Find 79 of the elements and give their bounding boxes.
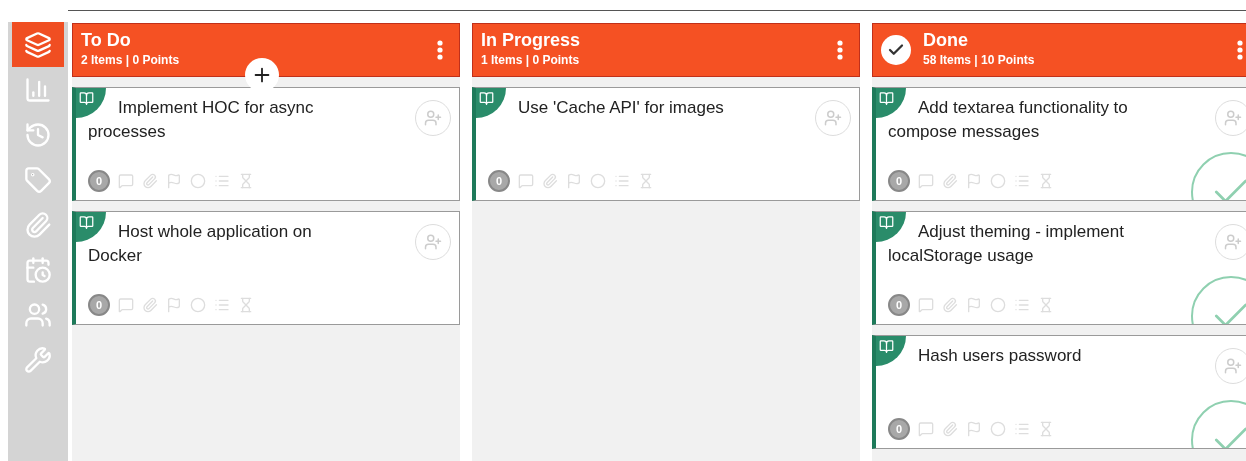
task-card[interactable]: Host whole application on Docker 0	[72, 211, 460, 325]
circle-icon	[990, 173, 1006, 189]
comment-icon	[918, 421, 934, 437]
user-plus-icon	[1224, 357, 1242, 375]
column-title: Done	[923, 30, 969, 50]
circle-icon	[990, 421, 1006, 437]
user-plus-icon	[424, 109, 442, 127]
paperclip-icon	[942, 421, 958, 437]
points-badge: 0	[888, 170, 910, 192]
paperclip-icon	[942, 173, 958, 189]
book-icon	[876, 88, 906, 118]
user-plus-icon	[1224, 109, 1242, 127]
kebab-menu-icon	[437, 40, 443, 60]
paperclip-icon	[542, 173, 558, 189]
flag-icon	[966, 297, 982, 313]
flag-icon	[566, 173, 582, 189]
points-badge: 0	[88, 294, 110, 316]
user-plus-icon	[424, 233, 442, 251]
more-menu-button[interactable]	[837, 40, 843, 60]
card-title: Use 'Cache API' for images	[517, 97, 725, 119]
column-summary: 1 Items | 0 Points	[481, 52, 581, 69]
column-title: To Do	[81, 30, 132, 50]
card-title: Host whole application on Docker	[88, 221, 313, 267]
points-badge: 0	[888, 294, 910, 316]
hourglass-icon	[238, 297, 254, 313]
paperclip-icon	[142, 297, 158, 313]
layers-icon[interactable]	[12, 22, 64, 67]
paperclip-icon	[142, 173, 158, 189]
paperclip-icon	[942, 297, 958, 313]
hourglass-icon	[1038, 421, 1054, 437]
hourglass-icon	[1038, 173, 1054, 189]
task-card[interactable]: Use 'Cache API' for images 0	[472, 87, 860, 201]
task-card[interactable]: Implement HOC for async processes 0	[72, 87, 460, 201]
column-summary: 58 Items | 10 Points	[923, 52, 1035, 69]
column-summary: 2 Items | 0 Points	[81, 52, 180, 69]
checklist-icon	[214, 297, 230, 313]
user-plus-icon	[1224, 233, 1242, 251]
points-badge: 0	[888, 418, 910, 440]
hourglass-icon	[638, 173, 654, 189]
checklist-icon	[614, 173, 630, 189]
more-menu-button[interactable]	[437, 40, 443, 60]
hourglass-icon	[238, 173, 254, 189]
card-title: Add textarea functionality to compose messages	[888, 97, 1129, 143]
checklist-icon	[1014, 297, 1030, 313]
points-badge: 0	[488, 170, 510, 192]
user-plus-icon	[824, 109, 842, 127]
card-title: Implement HOC for async processes	[88, 97, 315, 143]
card-title: Adjust theming - implement localStorage usage	[888, 221, 1125, 267]
comment-icon	[918, 173, 934, 189]
circle-icon	[190, 173, 206, 189]
task-card[interactable]: Adjust theming - implement localStorage usage 0	[872, 211, 1246, 325]
flag-icon	[966, 173, 982, 189]
comment-icon	[918, 297, 934, 313]
flag-icon	[166, 297, 182, 313]
more-menu-button[interactable]	[1237, 40, 1243, 60]
kebab-menu-icon	[1237, 40, 1243, 60]
checklist-icon	[1014, 173, 1030, 189]
task-card[interactable]: Hash users password 0	[872, 335, 1246, 449]
book-icon	[876, 212, 906, 242]
comment-icon	[518, 173, 534, 189]
book-icon	[476, 88, 506, 118]
checklist-icon	[214, 173, 230, 189]
checklist-icon	[1014, 421, 1030, 437]
flag-icon	[166, 173, 182, 189]
book-icon	[76, 88, 106, 118]
circle-icon	[190, 297, 206, 313]
task-card[interactable]: Add textarea functionality to compose messages 0	[872, 87, 1246, 201]
points-badge: 0	[88, 170, 110, 192]
comment-icon	[118, 297, 134, 313]
book-icon	[76, 212, 106, 242]
hourglass-icon	[1038, 297, 1054, 313]
flag-icon	[966, 421, 982, 437]
circle-icon	[590, 173, 606, 189]
circle-icon	[990, 297, 1006, 313]
column-title: In Progress	[481, 30, 581, 50]
card-title: Hash users password	[917, 345, 1083, 367]
book-icon	[876, 336, 906, 366]
comment-icon	[118, 173, 134, 189]
kebab-menu-icon	[837, 40, 843, 60]
